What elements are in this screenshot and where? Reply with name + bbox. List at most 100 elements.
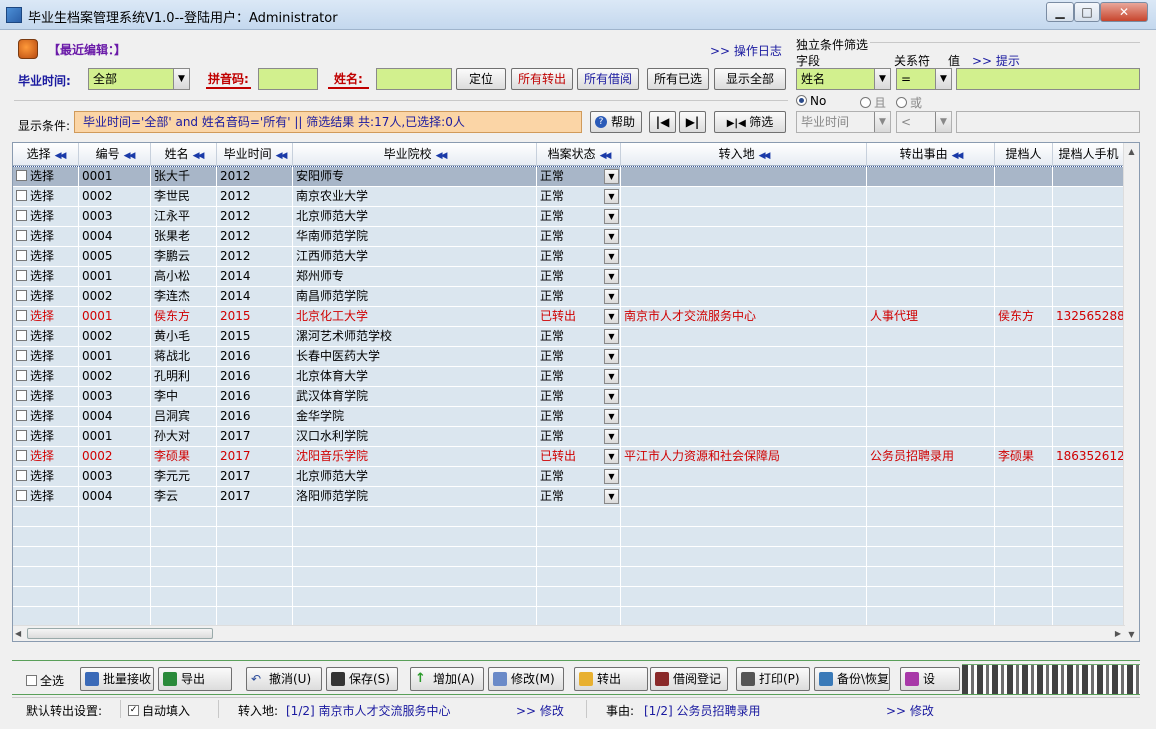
scroll-up-icon[interactable]: ▲ (1124, 147, 1139, 156)
grad-time-select[interactable]: 全部 ▼ (88, 68, 190, 90)
chevron-down-icon[interactable]: ▼ (604, 189, 619, 204)
table-row[interactable]: 选择 0002 李连杰 2014 南昌师范学院 正常 ▼ (13, 287, 1125, 307)
backup-restore-button[interactable]: 备份\恢复 (814, 667, 890, 691)
column-header-grad-year[interactable]: 毕业时间 ◀◀ (217, 143, 293, 166)
cell-select[interactable]: 选择 (13, 427, 79, 447)
chevron-down-icon[interactable]: ▼ (604, 249, 619, 264)
checkbox-icon[interactable] (16, 370, 27, 381)
cell-select[interactable]: 选择 (13, 327, 79, 347)
filter-field2-select[interactable]: 毕业时间 ▼ (796, 111, 891, 133)
cell-select[interactable]: 选择 (13, 467, 79, 487)
checkbox-icon[interactable] (16, 330, 27, 341)
table-row[interactable]: 选择 0001 张大千 2012 安阳师专 正常 ▼ (13, 166, 1126, 188)
cell-select[interactable]: 选择 (13, 307, 79, 327)
table-row[interactable]: 选择 0002 黄小毛 2015 漯河艺术师范学校 正常 ▼ (13, 327, 1125, 347)
scroll-right-icon[interactable]: ▶ (1115, 628, 1121, 639)
checkbox-icon[interactable] (16, 410, 27, 421)
filter-field-select[interactable]: 姓名 ▼ (796, 68, 891, 90)
cell-select[interactable]: 选择 (13, 287, 79, 307)
cell-status[interactable]: 正常 ▼ (537, 207, 621, 227)
chevron-down-icon[interactable]: ▼ (604, 169, 619, 184)
undo-button[interactable]: ↶ 撤消(U) (246, 667, 322, 691)
cell-select[interactable]: 选择 (13, 167, 79, 187)
chevron-down-icon[interactable]: ▼ (604, 349, 619, 364)
save-button[interactable]: 保存(S) (326, 667, 398, 691)
chevron-down-icon[interactable]: ▼ (604, 329, 619, 344)
print-button[interactable]: 打印(P) (736, 667, 810, 691)
borrow-register-button[interactable]: 借阅登记 (650, 667, 728, 691)
cell-select[interactable]: 选择 (13, 367, 79, 387)
cell-select[interactable]: 选择 (13, 227, 79, 247)
table-row[interactable]: 选择 0001 蒋战北 2016 长春中医药大学 正常 ▼ (13, 347, 1125, 367)
chevron-down-icon[interactable]: ▼ (604, 209, 619, 224)
chevron-down-icon[interactable]: ▼ (604, 409, 619, 424)
table-row[interactable]: 选择 0001 高小松 2014 郑州师专 正常 ▼ (13, 267, 1125, 287)
select-all-checkbox[interactable]: 全选 (26, 672, 64, 689)
checkbox-icon[interactable] (16, 470, 27, 481)
cell-status[interactable]: 正常 ▼ (537, 427, 621, 447)
table-row[interactable]: 选择 0004 张果老 2012 华南师范学院 正常 ▼ (13, 227, 1125, 247)
table-row[interactable]: 选择 0004 李云 2017 洛阳师范学院 正常 ▼ (13, 487, 1125, 507)
column-header-phone[interactable]: 提档人手机 (1053, 143, 1125, 166)
chevron-down-icon[interactable]: ▼ (604, 389, 619, 404)
all-borrow-button[interactable]: 所有借阅 (577, 68, 639, 90)
column-header-select[interactable]: 选择 ◀◀ (13, 143, 79, 166)
column-header-reason[interactable]: 转出事由 ◀◀ (867, 143, 995, 166)
scroll-down-icon[interactable]: ▼ (1124, 630, 1139, 639)
add-button[interactable]: ↑ 增加(A) (410, 667, 484, 691)
checkbox-icon[interactable] (16, 290, 27, 301)
table-row[interactable]: 选择 0004 吕洞宾 2016 金华学院 正常 ▼ (13, 407, 1125, 427)
filter-button[interactable]: ▶|◀ 筛选 (714, 111, 786, 133)
cell-status[interactable]: 已转出 ▼ (537, 307, 621, 327)
cell-select[interactable]: 选择 (13, 447, 79, 467)
radio-and[interactable]: 且 (860, 94, 886, 111)
filter-value2-input[interactable] (956, 111, 1140, 133)
all-selected-button[interactable]: 所有已选 (647, 68, 709, 90)
last-record-button[interactable]: ▶| (679, 111, 706, 133)
cell-status[interactable]: 正常 ▼ (537, 247, 621, 267)
radio-no[interactable]: No (796, 94, 826, 108)
checkbox-icon[interactable] (16, 450, 27, 461)
cell-status[interactable]: 正常 ▼ (537, 347, 621, 367)
show-all-button[interactable]: 显示全部 (714, 68, 786, 90)
export-button[interactable]: 导出 (158, 667, 232, 691)
chevron-down-icon[interactable]: ▼ (604, 429, 619, 444)
chevron-down-icon[interactable]: ▼ (604, 489, 619, 504)
name-input[interactable] (376, 68, 452, 90)
checkbox-icon[interactable] (16, 190, 27, 201)
cell-select[interactable]: 选择 (13, 247, 79, 267)
cell-status[interactable]: 正常 ▼ (537, 267, 621, 287)
table-row[interactable]: 选择 0003 李中 2016 武汉体育学院 正常 ▼ (13, 387, 1125, 407)
checkbox-icon[interactable] (16, 250, 27, 261)
cell-select[interactable]: 选择 (13, 347, 79, 367)
checkbox-icon[interactable] (16, 490, 27, 501)
filter-value-input[interactable] (956, 68, 1140, 90)
cell-status[interactable]: 正常 ▼ (537, 487, 621, 507)
transfer-out-button[interactable]: 转出 (574, 667, 648, 691)
maximize-button[interactable]: □ (1074, 2, 1100, 22)
table-row[interactable]: 选择 0003 江永平 2012 北京师范大学 正常 ▼ (13, 207, 1125, 227)
table-row[interactable]: 选择 0002 孔明利 2016 北京体育大学 正常 ▼ (13, 367, 1125, 387)
table-row[interactable]: 选择 0003 李元元 2017 北京师范大学 正常 ▼ (13, 467, 1125, 487)
cell-status[interactable]: 正常 ▼ (537, 467, 621, 487)
reason-edit-link[interactable]: >> 修改 (886, 702, 934, 719)
auto-fill-checkbox[interactable]: ✓ 自动填入 (128, 702, 190, 719)
op-log-link[interactable]: >> 操作日志 (710, 42, 782, 59)
cell-select[interactable]: 选择 (13, 387, 79, 407)
table-row[interactable]: 选择 0005 李鹏云 2012 江西师范大学 正常 ▼ (13, 247, 1125, 267)
cell-status[interactable]: 正常 ▼ (537, 387, 621, 407)
cell-status[interactable]: 正常 ▼ (537, 367, 621, 387)
locate-button[interactable]: 定位 (456, 68, 506, 90)
chevron-down-icon[interactable]: ▼ (604, 449, 619, 464)
first-record-button[interactable]: |◀ (649, 111, 676, 133)
filter-operator-select[interactable]: = ▼ (896, 68, 952, 90)
table-row[interactable]: 选择 0001 孙大对 2017 汉口水利学院 正常 ▼ (13, 427, 1125, 447)
table-row[interactable]: 选择 0002 李硕果 2017 沈阳音乐学院 已转出 ▼ 平江市人力资源和社会保障局 公务员招… (13, 447, 1125, 467)
checkbox-icon[interactable] (16, 390, 27, 401)
cell-status[interactable]: 正常 ▼ (537, 407, 621, 427)
batch-receive-button[interactable]: 批量接收 (80, 667, 154, 691)
filter-operator2-select[interactable]: < ▼ (896, 111, 952, 133)
cell-status[interactable]: 正常 ▼ (537, 327, 621, 347)
cell-select[interactable]: 选择 (13, 487, 79, 507)
cell-status[interactable]: 正常 ▼ (537, 227, 621, 247)
